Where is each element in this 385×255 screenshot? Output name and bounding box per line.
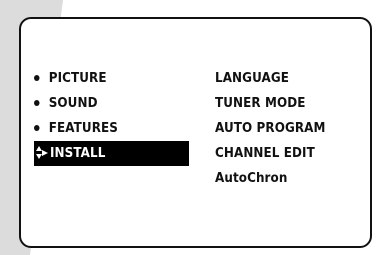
menu-item-install[interactable]: INSTALL — [34, 141, 189, 166]
install-submenu: LANGUAGE TUNER MODE AUTO PROGRAM CHANNEL… — [215, 66, 370, 191]
submenu-item-channel-edit[interactable]: CHANNEL EDIT — [215, 141, 358, 166]
up-down-right-arrow-icon — [34, 141, 50, 166]
menu-item-label: SOUND — [48, 96, 98, 111]
submenu-item-auto-program[interactable]: AUTO PROGRAM — [215, 116, 358, 141]
submenu-item-language[interactable]: LANGUAGE — [215, 66, 358, 91]
menu-item-features[interactable]: FEATURES — [34, 116, 178, 141]
submenu-item-autochron[interactable]: AutoChron — [215, 166, 358, 191]
menu-item-label: INSTALL — [50, 146, 106, 161]
main-menu: PICTURE SOUND FEATURES INSTALL — [34, 66, 191, 166]
bullet-icon — [34, 124, 40, 131]
bullet-icon — [34, 99, 40, 106]
menu-item-label: FEATURES — [48, 121, 118, 136]
menu-item-picture[interactable]: PICTURE — [34, 66, 178, 91]
submenu-item-tuner-mode[interactable]: TUNER MODE — [215, 91, 358, 116]
menu-item-label: PICTURE — [48, 71, 107, 86]
menu-item-sound[interactable]: SOUND — [34, 91, 178, 116]
bullet-icon — [34, 74, 40, 81]
